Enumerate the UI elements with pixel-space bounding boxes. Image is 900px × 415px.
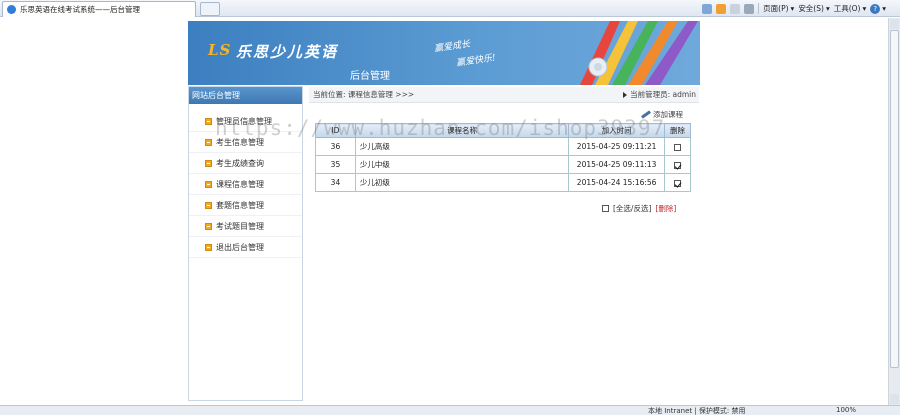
breadcrumb: 当前位置: 课程信息管理 >>> 当前管理员: admin xyxy=(309,87,699,103)
browser-status-bar: 本地 Intranet | 保护模式: 禁用 100% xyxy=(0,405,900,415)
banner-slogan-2: 赢爱快乐! xyxy=(455,53,497,69)
help-icon: ? xyxy=(870,3,881,14)
bullet-icon xyxy=(205,117,212,125)
page-viewport: LS 乐思少儿英语 后台管理 赢爱成长 赢爱快乐! 网站后台管理 管理员信息管理… xyxy=(0,18,888,405)
sidebar-heading: 网站后台管理 xyxy=(189,87,302,104)
banner-subtitle: 后台管理 xyxy=(350,71,390,82)
tools-menu-button[interactable]: 工具(O) ▾ xyxy=(834,3,867,14)
bullet-icon xyxy=(205,180,212,188)
pencil-icon xyxy=(640,110,650,119)
site-banner: LS 乐思少儿英语 后台管理 赢爱成长 赢爱快乐! xyxy=(188,21,700,85)
course-table: ID 课程名称 加入时间 删除 36 少儿高级 2015-04-25 09:11… xyxy=(315,123,691,192)
help-menu-button[interactable]: ? ▾ xyxy=(870,3,886,14)
new-tab-button[interactable] xyxy=(200,2,220,16)
bullet-icon xyxy=(205,222,212,230)
cell-time: 2015-04-25 09:11:13 xyxy=(568,155,666,174)
sidebar-item-question-info[interactable]: 考试题目管理 xyxy=(189,216,302,237)
sidebar-item-score-query[interactable]: 考生成绩查询 xyxy=(189,153,302,174)
colored-pencils-illustration xyxy=(580,21,698,85)
cell-course-name: 少儿初级 xyxy=(354,173,570,192)
select-all-checkbox[interactable] xyxy=(602,205,609,212)
sidebar-item-paper-info[interactable]: 套题信息管理 xyxy=(189,195,302,216)
cell-time: 2015-04-24 15:16:56 xyxy=(568,173,666,192)
browser-command-bar: 页面(P) ▾ 安全(S) ▾ 工具(O) ▾ ? ▾ xyxy=(702,1,886,16)
cell-delete xyxy=(664,173,691,192)
sidebar-item-course-info[interactable]: 课程信息管理 xyxy=(189,174,302,195)
cell-delete xyxy=(664,155,691,174)
cell-id: 36 xyxy=(315,137,356,156)
table-row: 36 少儿高级 2015-04-25 09:11:21 xyxy=(315,137,691,156)
delete-checkbox[interactable] xyxy=(674,161,682,169)
sidebar-menu: 管理员信息管理 考生信息管理 考生成绩查询 课程信息管理 套题信息管理 考试题目… xyxy=(189,111,302,258)
scroll-down-arrow[interactable] xyxy=(890,394,899,404)
sidebar-item-student-info[interactable]: 考生信息管理 xyxy=(189,132,302,153)
delete-checkbox[interactable] xyxy=(674,143,682,151)
browser-tab-bar: 乐思英语在线考试系统——后台管理 页面(P) ▾ 安全(S) ▾ 工具(O) ▾ ? ▾ xyxy=(0,0,900,17)
column-header-id: ID xyxy=(315,123,356,138)
scroll-up-arrow[interactable] xyxy=(890,19,899,29)
safety-menu-button[interactable]: 安全(S) ▾ xyxy=(798,3,829,14)
mail-icon[interactable] xyxy=(730,3,741,14)
breadcrumb-location: 当前位置: 课程信息管理 >>> xyxy=(313,90,415,99)
sidebar-item-logout[interactable]: 退出后台管理 xyxy=(189,237,302,258)
add-course-link[interactable]: 添加课程 xyxy=(640,109,683,120)
column-header-name: 课程名称 xyxy=(354,123,570,138)
delete-checkbox[interactable] xyxy=(674,179,682,187)
select-all-link[interactable]: [全选/反选] xyxy=(613,203,651,214)
table-header-row: ID 课程名称 加入时间 删除 xyxy=(315,123,691,138)
bullet-icon xyxy=(205,201,212,209)
bullet-icon xyxy=(205,159,212,167)
bullet-icon xyxy=(205,243,212,251)
site-title: 乐思少儿英语 xyxy=(236,43,339,61)
cell-course-name: 少儿中级 xyxy=(354,155,570,174)
browser-tab-title: 乐思英语在线考试系统——后台管理 xyxy=(20,5,140,14)
column-header-time: 加入时间 xyxy=(568,123,666,138)
current-admin: 当前管理员: admin xyxy=(623,89,699,100)
bullet-icon xyxy=(205,138,212,146)
vertical-scrollbar[interactable] xyxy=(888,18,900,405)
site-logo: LS xyxy=(208,41,232,59)
table-row: 35 少儿中级 2015-04-25 09:11:13 xyxy=(315,155,691,174)
cell-id: 34 xyxy=(315,173,356,192)
cell-course-name: 少儿高级 xyxy=(354,137,570,156)
security-zone-status: 本地 Intranet | 保护模式: 禁用 xyxy=(648,407,746,415)
zoom-level[interactable]: 100% xyxy=(836,406,856,414)
scrollbar-thumb[interactable] xyxy=(890,30,899,368)
delete-link[interactable]: [删除] xyxy=(655,203,676,214)
cell-delete xyxy=(664,137,691,156)
page-menu-button[interactable]: 页面(P) ▾ xyxy=(763,3,794,14)
cell-id: 35 xyxy=(315,155,356,174)
browser-tab-active[interactable]: 乐思英语在线考试系统——后台管理 xyxy=(2,1,196,17)
feeds-icon[interactable] xyxy=(716,3,727,14)
bulk-actions: [全选/反选] [删除] xyxy=(602,203,676,214)
cell-time: 2015-04-25 09:11:21 xyxy=(568,137,666,156)
print-icon[interactable] xyxy=(744,3,755,14)
table-row: 34 少儿初级 2015-04-24 15:16:56 xyxy=(315,173,691,192)
home-icon[interactable] xyxy=(702,3,713,14)
banner-slogan-1: 赢爱成长 xyxy=(433,39,471,55)
sidebar-item-admin-info[interactable]: 管理员信息管理 xyxy=(189,111,302,132)
admin-sidebar: 网站后台管理 管理员信息管理 考生信息管理 考生成绩查询 课程信息管理 套题信息… xyxy=(188,86,303,401)
ie-icon xyxy=(7,5,16,14)
column-header-delete: 删除 xyxy=(664,123,691,138)
triangle-right-icon xyxy=(623,92,628,98)
toolbar-separator xyxy=(758,3,760,14)
